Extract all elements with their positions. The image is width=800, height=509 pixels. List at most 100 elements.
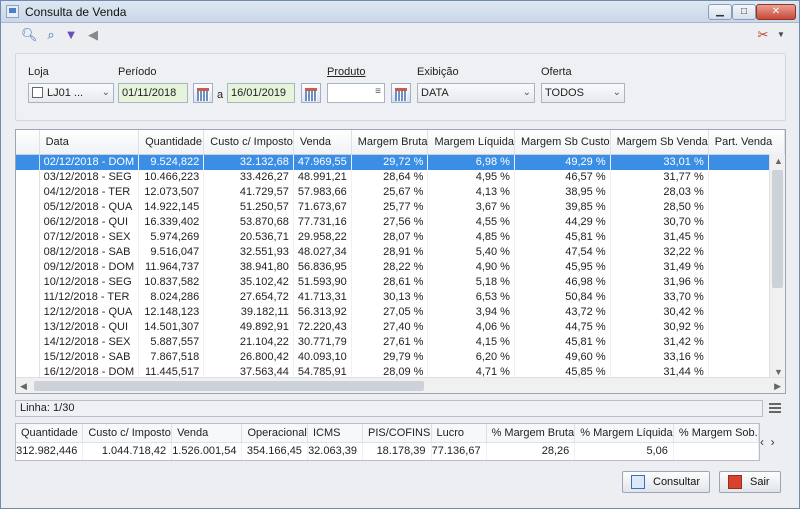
table-cell: 05/12/2018 - QUA [39,199,140,215]
back-arrow-icon[interactable]: ◀ [85,27,101,43]
window: Consulta de Venda ▁ □ ✕ 🔍︎ ⌕ ▼ ◀ ✂ ▼ Loj… [0,0,800,509]
column-header[interactable]: Margem Sb Venda [610,130,709,155]
table-row[interactable]: 08/12/2018 - SAB 9.516,047 32.551,93 48.027… [16,244,785,260]
column-header[interactable]: Quantidade [138,130,205,155]
totals-header: Quantidade [16,424,84,443]
table-row[interactable]: 15/12/2018 - SAB 7.867,518 26.800,42 40.093… [16,349,785,365]
title-bar: Consulta de Venda ▁ □ ✕ [1,1,799,23]
table-row[interactable]: 12/12/2018 - QUA 12.148,123 39.182,11 56.31… [16,304,785,320]
totals-header: % Margem Líquida [574,424,674,443]
table-cell: 72.220,43 [293,319,352,335]
maximize-button[interactable]: □ [732,4,756,20]
row-gutter [16,319,40,335]
table-row[interactable]: 03/12/2018 - SEG 10.466,223 33.426,27 48.99… [16,169,785,185]
tools-dropdown-icon[interactable]: ▼ [773,27,789,43]
table-cell: 51.250,57 [203,199,294,215]
exibicao-select[interactable]: DATA ⌄ [417,83,535,103]
column-header[interactable]: Custo c/ Imposto [203,130,294,155]
table-row[interactable]: 06/12/2018 - QUI 16.339,402 53.870,68 77.73… [16,214,785,230]
table-cell: 15/12/2018 - SAB [39,349,140,365]
table-cell: 6,98 % [427,154,515,170]
table-cell: 28,03 % [610,184,709,200]
scroll-up-icon[interactable]: ▲ [774,156,783,166]
table-cell: 28,61 % [351,274,429,290]
oferta-select[interactable]: TODOS ⌄ [541,83,625,103]
totals-table: Quantidade Custo c/ Imposto Venda Operacion… [15,423,760,461]
table-cell: 35.102,42 [203,274,294,290]
filter-icon[interactable]: ▼ [63,27,79,43]
row-gutter [16,304,40,320]
calendar-icon[interactable] [193,83,213,103]
table-cell: 45,95 % [514,259,611,275]
table-cell: 29,72 % [351,154,429,170]
table-cell: 12/12/2018 - QUA [39,304,140,320]
window-title: Consulta de Venda [25,5,127,19]
produto-label[interactable]: Produto [327,66,366,78]
sair-button[interactable]: Sair [719,471,781,493]
scroll-down-icon[interactable]: ▼ [774,367,783,377]
table-cell: 49,60 % [514,349,611,365]
table-cell: 38.941,80 [203,259,294,275]
table-cell: 28,07 % [351,229,429,245]
menu-icon[interactable] [769,403,781,413]
column-header[interactable]: Margem Bruta [351,130,429,155]
search-icon[interactable]: 🔍︎ [21,27,38,43]
oferta-value: TODOS [545,87,584,99]
column-header[interactable]: Margem Líquida [427,130,515,155]
tools-icon[interactable]: ✂ [755,27,771,43]
clear-search-icon[interactable]: ⌕ [43,27,59,43]
totals-header: Custo c/ Imposto [82,424,173,443]
column-header[interactable]: Part. Venda [708,130,785,155]
product-search-icon[interactable] [391,83,411,103]
table-row[interactable]: 11/12/2018 - TER 8.024,286 27.654,72 41.713… [16,289,785,305]
sair-label: Sair [750,476,770,488]
table-cell: 5,40 % [427,244,515,260]
table-cell: 10/12/2018 - SEG [39,274,140,290]
exibicao-value: DATA [421,87,449,99]
table-cell: 11.964,737 [138,259,205,275]
table-cell: 09/12/2018 - DOM [39,259,140,275]
row-gutter [16,214,40,230]
scroll-right-icon[interactable]: ▶ [774,381,781,392]
loja-value: LJ01 ... [47,87,84,99]
results-grid[interactable]: Data Quantidade Custo c/ Imposto Venda M… [15,129,786,394]
table-row[interactable]: 04/12/2018 - TER 12.073,507 41.729,57 57.98… [16,184,785,200]
periodo-start-field[interactable]: 01/11/2018 [118,83,188,103]
scroll-left-icon[interactable]: ‹ [760,435,764,449]
table-row[interactable]: 09/12/2018 - DOM 11.964,737 38.941,80 56.83… [16,259,785,275]
table-cell: 14/12/2018 - SEX [39,334,140,350]
totals-value: 1.526.001,54 [171,442,243,460]
calendar-icon[interactable] [301,83,321,103]
table-row[interactable]: 05/12/2018 - QUA 14.922,145 51.250,57 71.67… [16,199,785,215]
horizontal-scrollbar[interactable]: ◀ ▶ [16,377,785,393]
table-cell: 56.313,92 [293,304,352,320]
close-button[interactable]: ✕ [756,4,796,20]
column-header[interactable]: Venda [293,130,352,155]
scroll-left-icon[interactable]: ◀ [20,381,27,392]
table-cell: 47,54 % [514,244,611,260]
table-cell: 28,64 % [351,169,429,185]
table-cell: 26.800,42 [203,349,294,365]
table-cell: 44,29 % [514,214,611,230]
table-row[interactable]: 07/12/2018 - SEX 5.974,269 20.536,71 29.958… [16,229,785,245]
minimize-button[interactable]: ▁ [708,4,732,20]
periodo-end-field[interactable]: 16/01/2019 [227,83,295,103]
table-cell: 44,75 % [514,319,611,335]
table-row[interactable]: 02/12/2018 - DOM 9.524,822 32.132,68 47.969… [16,154,785,170]
table-row[interactable]: 14/12/2018 - SEX 5.887,557 21.104,22 30.771… [16,334,785,350]
column-header[interactable]: Data [39,130,140,155]
table-row[interactable]: 13/12/2018 - QUI 14.501,307 49.892,91 72.22… [16,319,785,335]
loja-checkbox[interactable] [32,87,43,98]
scroll-thumb[interactable] [772,170,783,288]
consultar-button[interactable]: Consultar [622,471,710,493]
produto-field[interactable]: ≡ [327,83,385,103]
loja-select[interactable]: LJ01 ... ⌄ [28,83,114,103]
table-cell: 45,81 % [514,229,611,245]
scroll-right-icon[interactable]: › [771,435,775,449]
table-row[interactable]: 10/12/2018 - SEG 10.837,582 35.102,42 51.59… [16,274,785,290]
column-header[interactable]: Margem Sb Custo [514,130,611,155]
vertical-scrollbar[interactable]: ▲ ▼ [769,154,785,379]
table-cell: 12.073,507 [138,184,205,200]
scroll-thumb[interactable] [34,381,424,391]
row-gutter-header [16,130,40,155]
